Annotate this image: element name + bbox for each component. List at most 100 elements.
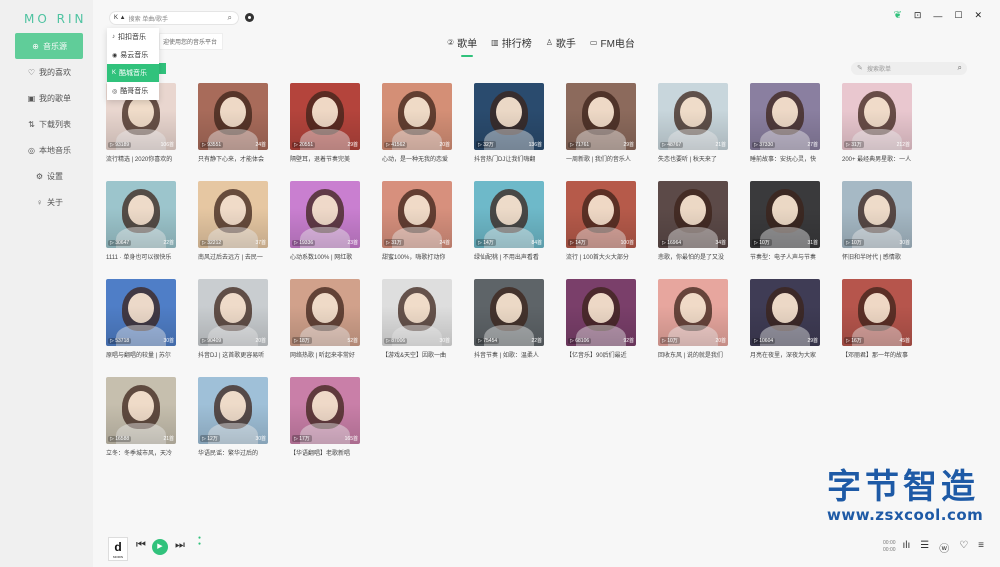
- playlist-card[interactable]: ▷ 32万 136首 抖音热门DJ让我们嗨翻: [474, 83, 544, 163]
- sidebar-item-2[interactable]: ▣ 我的歌单: [15, 85, 83, 111]
- playlist-card[interactable]: ▷ 53718 30首 原唱与翻唱的较量 | 苏尔: [106, 279, 176, 359]
- minimize-icon[interactable]: —: [933, 11, 942, 21]
- playlist-card[interactable]: ▷ 90409 20首抖音DJ | 这首歌更容易听: [198, 279, 268, 359]
- playlist-card[interactable]: ▷ 71761 29首 一周新歌 | 我们的音乐人: [566, 83, 636, 163]
- playlist-card[interactable]: ▷ 75454 22首抖音节奏 | 如歌：温柔人: [474, 279, 544, 359]
- play-button[interactable]: ▶: [152, 539, 168, 555]
- playlist-cover[interactable]: ▷ 10万 31首: [750, 181, 820, 248]
- sidebar-item-1[interactable]: ♡ 我的喜欢: [15, 59, 83, 85]
- playlist-cover[interactable]: ▷ 71761 29首: [566, 83, 636, 150]
- search-input[interactable]: K ▲ 搜索 单曲/歌手 ⌕: [109, 11, 239, 25]
- tab-1[interactable]: ▥ 排行榜: [491, 35, 532, 55]
- mini-mode-icon[interactable]: ⊡: [914, 10, 922, 21]
- playlist-cover[interactable]: ▷ 32万 136首: [474, 83, 544, 150]
- sidebar-item-5[interactable]: ⚙ 设置: [15, 163, 83, 189]
- playlist-title[interactable]: 隔壁耳，退着节奏完美: [290, 154, 360, 163]
- sidebar-item-4[interactable]: ◎ 本地音乐: [15, 137, 83, 163]
- search-icon[interactable]: ⌕: [228, 13, 232, 23]
- playlist-cover[interactable]: ▷ 18万 52首: [290, 279, 360, 346]
- play-mode-icon[interactable]: ● ●: [198, 535, 201, 547]
- playlist-card[interactable]: ▷ 14万 100首 流行 | 100首大火大部分: [566, 181, 636, 261]
- playlist-cover[interactable]: ▷ 53718 30首: [106, 279, 176, 346]
- playlist-cover[interactable]: ▷ 37330 27首: [750, 83, 820, 150]
- playlist-title[interactable]: 甜蜜100%，嗨歌打动你: [382, 252, 452, 261]
- playlist-card[interactable]: ▷ 41562 20首 心动，是一种无我的恋爱: [382, 83, 452, 163]
- playlist-title[interactable]: 睡前故事：安抚心灵，快: [750, 154, 820, 163]
- playlist-title[interactable]: 立冬：冬季城市风，天冷: [106, 448, 176, 457]
- playlist-cover[interactable]: ▷ 30647 22首: [106, 181, 176, 248]
- playlist-title[interactable]: 抖音节奏 | 如歌：温柔人: [474, 350, 544, 359]
- playlist-card[interactable]: ▷ 10604 29首月亮在夜里，深夜为大家: [750, 279, 820, 359]
- playlist-title[interactable]: 华语民谣：繁华过后的: [198, 448, 268, 457]
- playlist-cover[interactable]: ▷ 31万 24首: [382, 181, 452, 248]
- favorite-icon[interactable]: ♡: [959, 540, 968, 555]
- playlist-card[interactable]: ▷ 18万 52首 网络热歌 | 听起来非常好: [290, 279, 360, 359]
- playlist-title[interactable]: 【邓丽君】那一年的故事: [842, 350, 912, 359]
- search-icon[interactable]: ⌕: [958, 63, 962, 73]
- tab-2[interactable]: ♙ 歌手: [546, 35, 576, 55]
- source-option[interactable]: K 酷城音乐: [107, 64, 159, 82]
- playlist-title[interactable]: 流行 | 100首大火大部分: [566, 252, 636, 261]
- source-option[interactable]: ◉ 易云音乐: [107, 46, 159, 64]
- playlist-cover[interactable]: ▷ 93551 24首: [198, 83, 268, 150]
- next-icon[interactable]: ⏭: [175, 539, 185, 552]
- close-icon[interactable]: ✕: [974, 10, 982, 21]
- playlist-title[interactable]: 心动系数100% | 网红歌: [290, 252, 360, 261]
- sidebar-item-0[interactable]: ⊕ 音乐源: [15, 33, 83, 59]
- playlist-cover[interactable]: ▷ 68106 92首: [566, 279, 636, 346]
- playlist-card[interactable]: ▷ 31万 212首 200+ 最经典男星歌：一人: [842, 83, 912, 163]
- source-option[interactable]: ◎ 酷哥音乐: [107, 82, 159, 100]
- playlist-card[interactable]: ▷ 68106 92首【亿音乐】90后们最近: [566, 279, 636, 359]
- playlist-title[interactable]: 1111 · 单身也可以很快乐: [106, 252, 176, 261]
- playlist-title[interactable]: 绿仙配桃 | 不用出声看看: [474, 252, 544, 261]
- playlist-card[interactable]: ▷ 37330 27首睡前故事：安抚心灵，快: [750, 83, 820, 163]
- lyrics-list-icon[interactable]: ☰: [920, 540, 929, 555]
- playlist-cover[interactable]: ▷ 17万 165首: [290, 377, 360, 444]
- playlist-card[interactable]: ▷ 10万 20首回收东风 | 说的就是我们: [658, 279, 728, 359]
- now-playing-cover[interactable]: d MORIN: [108, 537, 128, 561]
- playlist-card[interactable]: ▷ 48767 21首 失恋也要听 | 秋天来了: [658, 83, 728, 163]
- playlist-title[interactable]: 月亮在夜里，深夜为大家: [750, 350, 820, 359]
- playlist-queue-icon[interactable]: ≡: [978, 540, 984, 555]
- playlist-title[interactable]: 抖音DJ | 这首歌更容易听: [198, 350, 268, 359]
- playlist-title[interactable]: 200+ 最经典男星歌：一人: [842, 154, 912, 163]
- playlist-cover[interactable]: ▷ 31万 212首: [842, 83, 912, 150]
- sound-effect-icon[interactable]: ılı: [902, 540, 910, 555]
- playlist-title[interactable]: 流行精选 | 2020你喜欢的: [106, 154, 176, 163]
- playlist-cover[interactable]: ▷ 87006 30首: [382, 279, 452, 346]
- sidebar-item-6[interactable]: ♀ 关于: [15, 189, 83, 215]
- playlist-card[interactable]: ▷ 30647 22首 1111 · 单身也可以很快乐: [106, 181, 176, 261]
- playlist-cover[interactable]: ▷ 10万 20首: [658, 279, 728, 346]
- record-icon[interactable]: [245, 13, 254, 22]
- playlist-cover[interactable]: ▷ 20551 29首: [290, 83, 360, 150]
- playlist-card[interactable]: ▷ 20551 29首隔壁耳，退着节奏完美: [290, 83, 360, 163]
- playlist-card[interactable]: ▷ 87006 30首【游戏&天空】因歌一曲: [382, 279, 452, 359]
- previous-icon[interactable]: ⏮: [136, 539, 146, 552]
- playlist-title[interactable]: 只有静下心来，才能体会: [198, 154, 268, 163]
- playlist-cover[interactable]: ▷ 90409 20首: [198, 279, 268, 346]
- playlist-cover[interactable]: ▷ 16万 45首: [842, 279, 912, 346]
- playlist-cover[interactable]: ▷ 32212 37首: [198, 181, 268, 248]
- music-source-selector[interactable]: K ▲: [114, 15, 126, 21]
- playlist-title[interactable]: 【亿音乐】90后们最近: [566, 350, 636, 359]
- playlist-cover[interactable]: ▷ 75454 22首: [474, 279, 544, 346]
- playlist-cover[interactable]: ▷ 19336 23首: [290, 181, 360, 248]
- playlist-cover[interactable]: ▷ 16964 34首: [658, 181, 728, 248]
- playlist-cover[interactable]: ▷ 10604 29首: [750, 279, 820, 346]
- playlist-title[interactable]: 失恋也要听 | 秋天来了: [658, 154, 728, 163]
- playlist-title[interactable]: 南风过后去远方 | 去民一: [198, 252, 268, 261]
- playlist-title[interactable]: 回收东风 | 说的就是我们: [658, 350, 728, 359]
- playlist-card[interactable]: ▷ 93551 24首只有静下心来，才能体会: [198, 83, 268, 163]
- playlist-card[interactable]: ▷ 16万 45首【邓丽君】那一年的故事: [842, 279, 912, 359]
- playlist-card[interactable]: ▷ 14万 84首绿仙配桃 | 不用出声看看: [474, 181, 544, 261]
- playlist-card[interactable]: ▷ 12万 30首 华语民谣：繁华过后的: [198, 377, 268, 457]
- playlist-card[interactable]: ▷ 16588 21首立冬：冬季城市风，天冷: [106, 377, 176, 457]
- playlist-cover[interactable]: ▷ 41562 20首: [382, 83, 452, 150]
- playlist-cover[interactable]: ▷ 16588 21首: [106, 377, 176, 444]
- playlist-cover[interactable]: ▷ 14万 84首: [474, 181, 544, 248]
- source-option[interactable]: ♪ 扣扣音乐: [107, 28, 159, 46]
- playlist-card[interactable]: ▷ 10万 30首 怀旧和半时代 | 感情歌: [842, 181, 912, 261]
- playlist-search-input[interactable]: ✎ 搜索歌单 ⌕: [851, 62, 967, 75]
- playlist-card[interactable]: ▷ 17万 165首 【华语翻唱】老歌新唱: [290, 377, 360, 457]
- playlist-title[interactable]: 【游戏&天空】因歌一曲: [382, 350, 452, 359]
